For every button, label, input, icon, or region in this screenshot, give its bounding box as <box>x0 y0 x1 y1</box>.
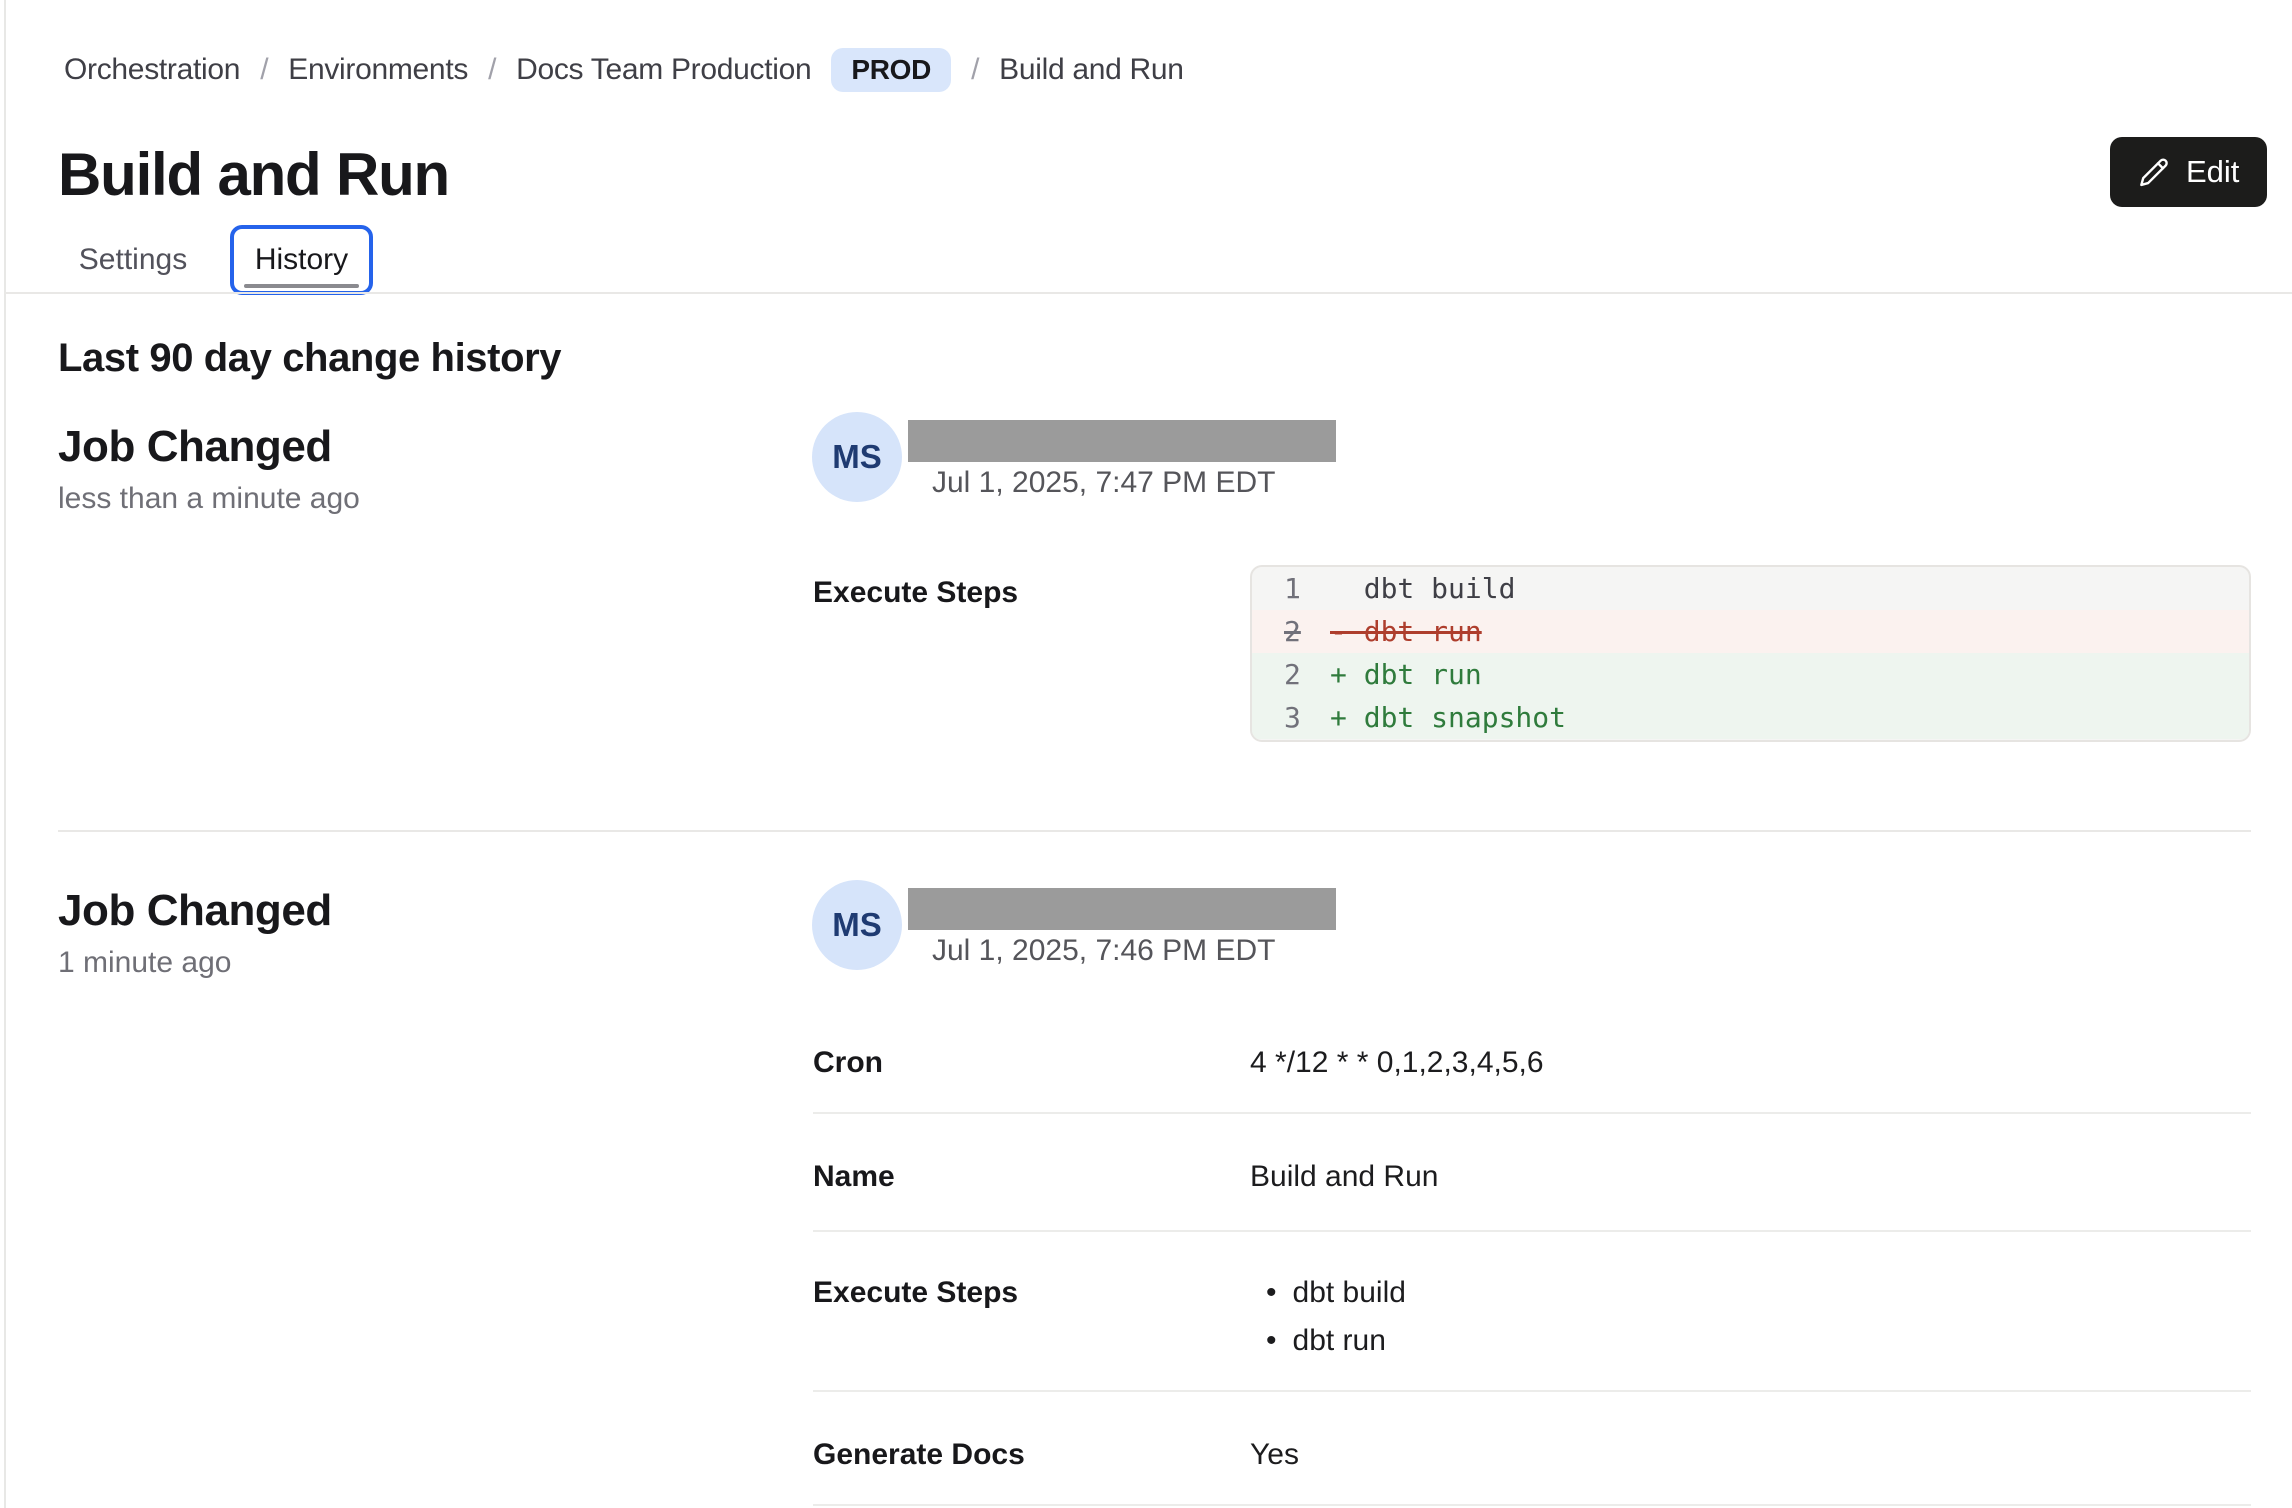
diff-line-code: - dbt run <box>1330 615 1482 648</box>
tab-history[interactable]: History <box>230 225 373 295</box>
field-row-generate-docs: Generate Docs Yes <box>813 1392 2251 1506</box>
avatar: MS <box>812 880 902 970</box>
entry1-execute-steps-label: Execute Steps <box>813 576 1018 610</box>
execute-steps-diff: 1 dbt build 2 - dbt run 2 + dbt run 3 + … <box>1250 565 2251 742</box>
diff-line-context: 1 dbt build <box>1252 567 2249 610</box>
field-row-name: Name Build and Run <box>813 1114 2251 1232</box>
tab-settings[interactable]: Settings <box>58 225 208 295</box>
job-history-page: Orchestration / Environments / Docs Team… <box>0 0 2292 1508</box>
field-label: Generate Docs <box>813 1438 1250 1504</box>
edit-button[interactable]: Edit <box>2110 137 2267 207</box>
tabs-divider <box>4 292 2292 294</box>
changed-fields-table: Cron 4 */12 * * 0,1,2,3,4,5,6 Name Build… <box>813 1010 2251 1506</box>
breadcrumb: Orchestration / Environments / Docs Team… <box>64 48 1184 92</box>
entry1-timestamp: Jul 1, 2025, 7:47 PM EDT <box>932 466 1276 500</box>
entry-divider <box>58 830 2251 832</box>
field-value: Yes <box>1250 1438 1299 1504</box>
field-label: Execute Steps <box>813 1276 1250 1390</box>
redacted-user-name <box>908 420 1336 462</box>
diff-line-code: + dbt run <box>1330 658 1482 691</box>
diff-line-added: 2 + dbt run <box>1252 653 2249 696</box>
breadcrumb-separator: / <box>971 53 979 87</box>
field-label: Cron <box>813 1046 1250 1112</box>
diff-line-added: 3 + dbt snapshot <box>1252 696 2249 739</box>
diff-line-number: 2 <box>1252 615 1330 648</box>
pencil-icon <box>2138 156 2170 188</box>
entry2-relative-time: 1 minute ago <box>58 946 231 980</box>
entry1-title: Job Changed <box>58 422 332 472</box>
breadcrumb-environment-name[interactable]: Docs Team Production <box>516 53 811 87</box>
edit-button-label: Edit <box>2186 154 2239 190</box>
diff-line-number: 1 <box>1252 572 1330 605</box>
bullet-icon: • <box>1266 1324 1277 1358</box>
entry2-title: Job Changed <box>58 886 332 936</box>
step-text: dbt run <box>1293 1324 1386 1358</box>
breadcrumb-job-name: Build and Run <box>999 53 1184 87</box>
execute-steps-list: • dbt build • dbt run <box>1250 1276 1406 1390</box>
diff-line-code: + dbt snapshot <box>1330 701 1566 734</box>
breadcrumb-environments[interactable]: Environments <box>288 53 468 87</box>
diff-line-number: 3 <box>1252 701 1330 734</box>
list-item: • dbt run <box>1250 1324 1406 1358</box>
change-history-heading: Last 90 day change history <box>58 336 561 381</box>
avatar: MS <box>812 412 902 502</box>
page-title: Build and Run <box>58 140 449 209</box>
diff-line-number: 2 <box>1252 658 1330 691</box>
breadcrumb-separator: / <box>488 53 496 87</box>
bullet-icon: • <box>1266 1276 1277 1310</box>
breadcrumb-orchestration[interactable]: Orchestration <box>64 53 240 87</box>
field-row-execute-steps: Execute Steps • dbt build • dbt run <box>813 1232 2251 1392</box>
breadcrumb-separator: / <box>260 53 268 87</box>
entry2-timestamp: Jul 1, 2025, 7:46 PM EDT <box>932 934 1276 968</box>
field-label: Name <box>813 1160 1250 1230</box>
field-value: 4 */12 * * 0,1,2,3,4,5,6 <box>1250 1046 1544 1112</box>
diff-line-removed: 2 - dbt run <box>1252 610 2249 653</box>
entry1-relative-time: less than a minute ago <box>58 482 360 516</box>
field-value: Build and Run <box>1250 1160 1438 1230</box>
redacted-user-name <box>908 888 1336 930</box>
step-text: dbt build <box>1293 1276 1406 1310</box>
diff-line-code: dbt build <box>1330 572 1515 605</box>
field-row-cron: Cron 4 */12 * * 0,1,2,3,4,5,6 <box>813 1010 2251 1114</box>
list-item: • dbt build <box>1250 1276 1406 1310</box>
prod-environment-badge: PROD <box>831 48 951 92</box>
